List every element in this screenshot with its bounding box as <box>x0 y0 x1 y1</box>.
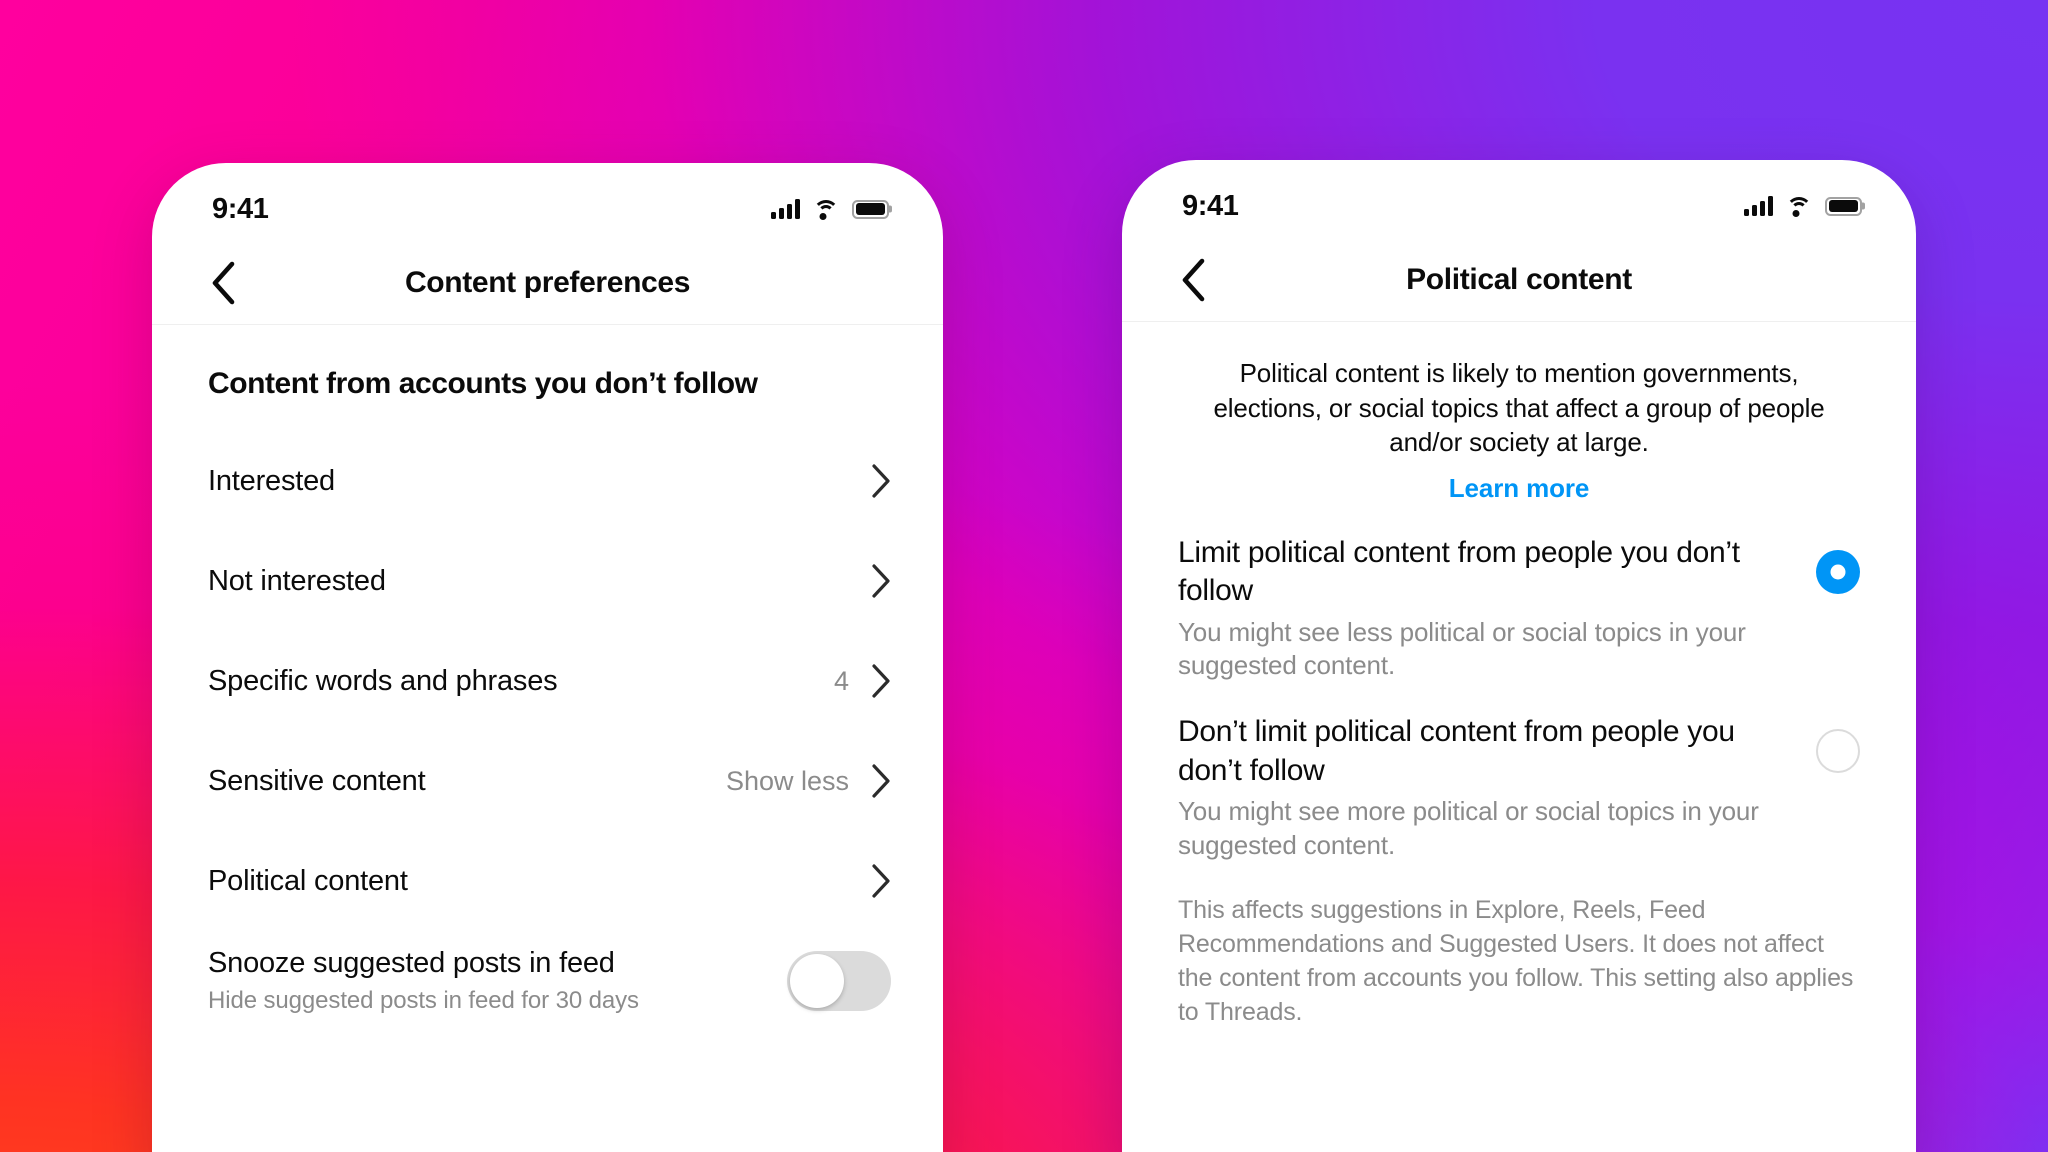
row-title: Snooze suggested posts in feed <box>208 947 615 979</box>
battery-icon <box>1825 196 1862 216</box>
option-subtitle: You might see more political or social t… <box>1178 795 1759 860</box>
row-political-content[interactable]: Political content <box>152 831 943 931</box>
row-title: Interested <box>208 464 335 497</box>
row-specific-words-and-phrases[interactable]: Specific words and phrases 4 <box>152 631 943 731</box>
page-title: Content preferences <box>404 265 691 299</box>
chevron-left-icon <box>212 261 235 304</box>
chevron-right-icon <box>872 464 890 498</box>
row-snooze-suggested-posts[interactable]: Snooze suggested posts in feed Hide sugg… <box>152 931 943 1031</box>
row-title: Specific words and phrases <box>208 664 558 697</box>
row-subtitle: Hide suggested posts in feed for 30 days <box>208 987 639 1014</box>
option-title: Don’t limit political content from peopl… <box>1178 715 1735 787</box>
chevron-right-icon <box>872 664 890 698</box>
toggle-knob <box>790 954 844 1008</box>
battery-icon <box>852 199 889 219</box>
chevron-right-icon <box>872 864 890 898</box>
option-subtitle: You might see less political or social t… <box>1178 616 1746 681</box>
snooze-toggle[interactable] <box>787 951 891 1011</box>
status-icons <box>771 199 889 220</box>
radio-dont-limit-political-content[interactable] <box>1816 729 1860 774</box>
back-button[interactable] <box>200 260 246 306</box>
intro-description: Political content is likely to mention g… <box>1213 358 1825 458</box>
status-icons <box>1744 196 1862 217</box>
footnote-block: This affects suggestions in Explore, Ree… <box>1122 862 1916 1029</box>
status-bar: 9:41 <box>152 163 943 241</box>
promo-background: 9:41 Content preferences Content from ac… <box>0 0 2048 1152</box>
section-header: Content from accounts you don’t follow <box>208 367 758 400</box>
status-time: 9:41 <box>212 192 269 225</box>
radio-limit-political-content[interactable] <box>1816 549 1860 594</box>
phone-political-content: 9:41 Political content Political content… <box>1122 160 1916 1152</box>
chevron-right-icon <box>872 764 890 798</box>
chevron-right-icon <box>872 564 890 598</box>
chevron-left-icon <box>1182 258 1205 301</box>
nav-bar: Content preferences <box>152 241 943 325</box>
row-sensitive-content[interactable]: Sensitive content Show less <box>152 731 943 831</box>
wifi-icon <box>1786 196 1812 217</box>
row-title: Sensitive content <box>208 764 426 797</box>
status-time: 9:41 <box>1182 189 1239 222</box>
intro-block: Political content is likely to mention g… <box>1122 322 1916 504</box>
option-title: Limit political content from people you … <box>1178 535 1740 608</box>
row-value: 4 <box>833 665 849 696</box>
learn-more-link[interactable]: Learn more <box>1449 473 1590 504</box>
row-interested[interactable]: Interested <box>152 431 943 531</box>
option-dont-limit-political-content[interactable]: Don’t limit political content from peopl… <box>1122 683 1916 862</box>
option-limit-political-content[interactable]: Limit political content from people you … <box>1122 504 1916 683</box>
status-bar: 9:41 <box>1122 160 1916 238</box>
row-value: Show less <box>725 765 849 796</box>
page-title: Political content <box>1406 262 1632 296</box>
cellular-signal-icon <box>771 199 800 219</box>
footnote-text: This affects suggestions in Explore, Ree… <box>1178 896 1854 1026</box>
row-not-interested[interactable]: Not interested <box>152 531 943 631</box>
wifi-icon <box>813 199 839 220</box>
phone-content-preferences: 9:41 Content preferences Content from ac… <box>152 163 943 1152</box>
back-button[interactable] <box>1170 257 1216 303</box>
row-title: Not interested <box>208 564 386 597</box>
row-title: Political content <box>208 864 408 897</box>
nav-bar: Political content <box>1122 238 1916 322</box>
cellular-signal-icon <box>1744 196 1773 216</box>
